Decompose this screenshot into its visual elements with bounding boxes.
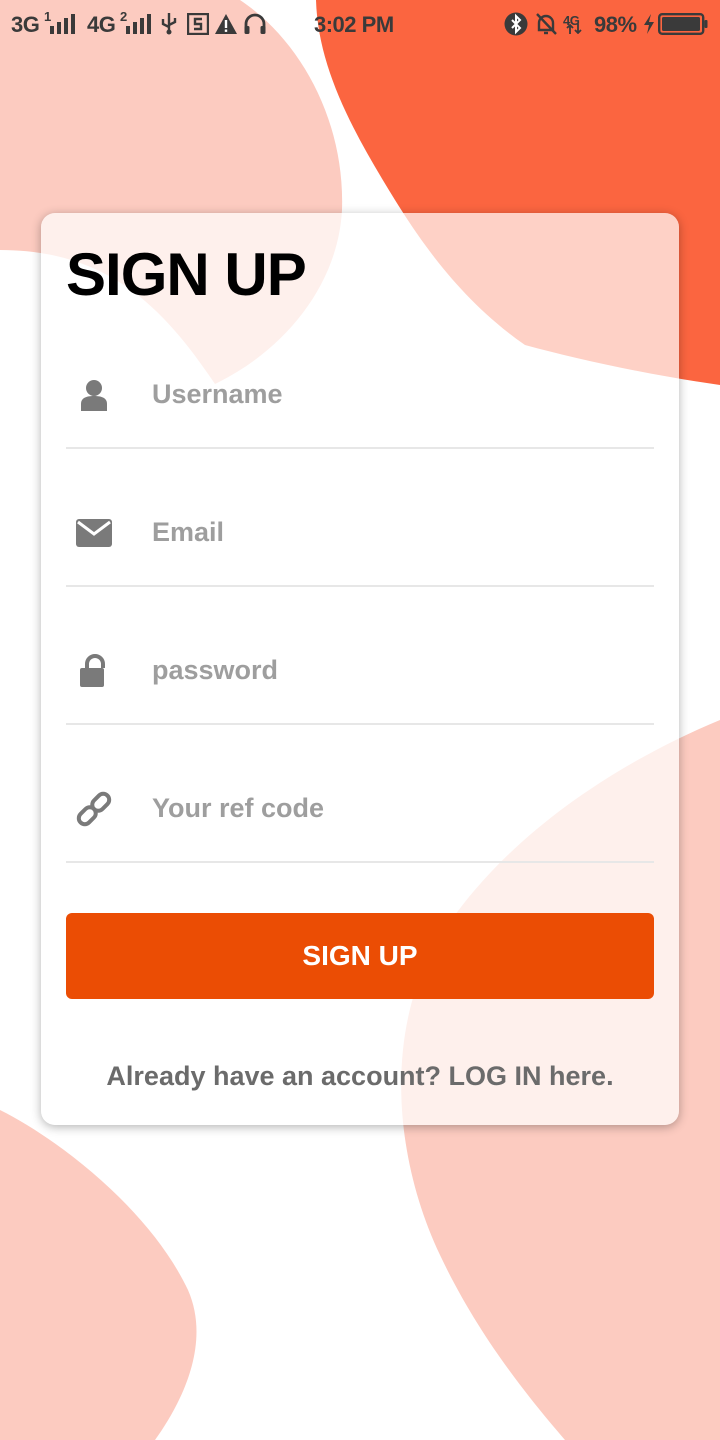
field-divider [66, 723, 654, 725]
signup-card: SIGN UP SIGN UP [41, 213, 679, 1125]
username-field [66, 349, 654, 449]
signup-button[interactable]: SIGN UP [66, 913, 654, 999]
field-divider [66, 447, 654, 449]
email-input[interactable] [152, 509, 632, 555]
ref-code-field [66, 763, 654, 863]
password-field [66, 625, 654, 725]
network-type-2: 4G [87, 12, 116, 37]
lock-icon [80, 654, 105, 687]
warning-icon [215, 14, 237, 34]
envelope-icon [76, 519, 112, 547]
notifications-muted-icon [536, 13, 557, 35]
signal-strength-icon [50, 14, 75, 34]
page-title: SIGN UP [66, 241, 307, 308]
field-divider [66, 861, 654, 863]
status-time: 3:02 PM [314, 12, 394, 37]
battery-icon [658, 13, 708, 35]
email-field [66, 487, 654, 587]
charging-icon [644, 14, 654, 34]
data-arrows-icon [566, 24, 582, 34]
username-input[interactable] [152, 371, 632, 417]
screenshot-icon [187, 13, 209, 35]
login-link[interactable]: Already have an account? LOG IN here. [41, 1061, 679, 1092]
user-icon [81, 380, 107, 411]
headphones-icon [244, 13, 266, 34]
blob-bottom-left [0, 1110, 197, 1440]
password-input[interactable] [152, 647, 632, 693]
link-icon [76, 791, 112, 827]
network-type-1: 3G [11, 12, 40, 37]
status-bar: 3G 1 4G 2 3:02 PM 4G 98% [0, 0, 720, 50]
field-divider [66, 585, 654, 587]
usb-icon [161, 13, 177, 35]
bluetooth-icon [504, 12, 528, 36]
signal-strength-icon [126, 14, 151, 34]
battery-percent: 98% [594, 12, 637, 37]
ref-code-input[interactable] [152, 785, 632, 831]
